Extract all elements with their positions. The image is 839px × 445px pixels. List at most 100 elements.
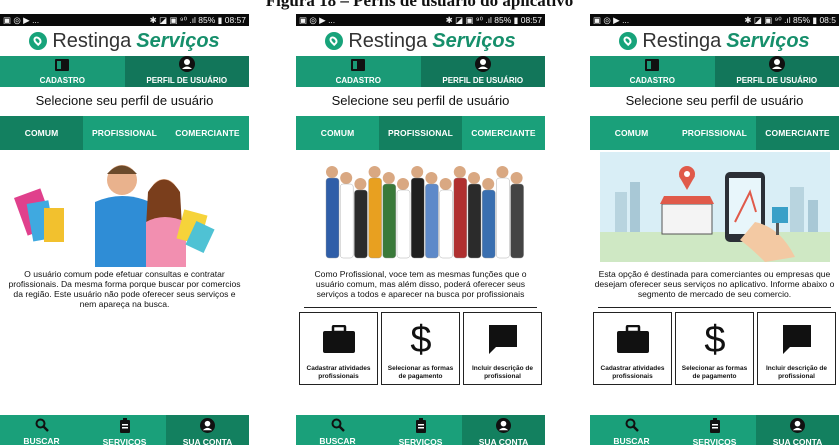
status-left-icons: ▣ ◎ ▶ ...	[3, 15, 40, 25]
status-right-info: ✱ ◪ ▣ ⁹⁰ .ıl 85% ▮ 08:57	[149, 15, 246, 25]
action-card[interactable]: Cadastrar atividades profissionais	[593, 312, 672, 385]
account-icon	[200, 418, 215, 435]
logo-accent: Serviços	[726, 29, 810, 52]
clipboard-icon	[709, 418, 721, 435]
page-title: Selecione seu perfil de usuário	[35, 92, 214, 108]
action-card[interactable]: $ Selecionar as formas de pagamento	[381, 312, 460, 385]
book-icon	[54, 58, 70, 74]
svg-text:$: $	[704, 321, 725, 357]
subtab-comum[interactable]: COMUM	[296, 116, 379, 150]
tab-cadastro[interactable]: CADASTRO	[590, 56, 715, 87]
account-icon	[496, 418, 511, 435]
profile-subtabs: COMUM PROFISSIONAL COMERCIANTE	[590, 116, 839, 150]
app-logo: Restinga Serviços	[590, 26, 839, 56]
user-icon	[178, 56, 195, 74]
tab-perfil-de-usuario[interactable]: PERFIL DE USUÁRIO	[420, 56, 545, 87]
user-icon	[474, 56, 491, 74]
action-card-label: Cadastrar atividades profissionais	[600, 365, 665, 380]
status-bar: ▣ ◎ ▶ ... ✱ ◪ ▣ ⁹⁰ .ıl 85% ▮ 08:5	[590, 14, 839, 26]
tab-cadastro[interactable]: CADASTRO	[0, 56, 125, 87]
page-title: Selecione seu perfil de usuário	[331, 92, 510, 108]
tab-label: CADASTRO	[335, 76, 381, 85]
status-right-info: ✱ ◪ ▣ ⁹⁰ .ıl 85% ▮ 08:5	[744, 15, 836, 25]
main-tabs: CADASTRO PERFIL DE USUÁRIO	[590, 56, 839, 87]
profile-subtabs: COMUM PROFISSIONAL COMERCIANTE	[296, 116, 545, 150]
book-icon	[644, 58, 660, 74]
subtab-profissional[interactable]: PROFISSIONAL	[379, 116, 462, 150]
location-pin-icon	[29, 32, 48, 50]
action-cards: Cadastrar atividades profissionais $ Sel…	[590, 312, 839, 385]
bottom-navigation: BUSCAR SERVIÇOS SUA CONTA	[590, 415, 839, 445]
subtab-comum[interactable]: COMUM	[0, 116, 83, 150]
search-icon	[625, 418, 639, 434]
subtab-profissional[interactable]: PROFISSIONAL	[673, 116, 756, 150]
figure-caption: Figura 18 – Perfis de usuário do aplicat…	[265, 0, 574, 10]
profile-description: Esta opção é destinada para comerciantes…	[594, 269, 835, 299]
location-pin-icon	[325, 32, 344, 50]
subtab-comerciante[interactable]: COMERCIANTE	[462, 116, 545, 150]
profile-description: O usuário comum pode efetuar consultas e…	[8, 269, 241, 309]
logo-accent: Serviços	[432, 29, 516, 52]
action-card-label: Incluir descrição de profissional	[765, 365, 828, 380]
subtab-comum[interactable]: COMUM	[590, 116, 673, 150]
chat-bubble-icon	[781, 313, 813, 365]
nav-label: SUA CONTA	[182, 437, 233, 445]
action-card[interactable]: $ Selecionar as formas de pagamento	[675, 312, 754, 385]
status-left-icons: ▣ ◎ ▶ ...	[299, 15, 336, 25]
status-right-info: ✱ ◪ ▣ ⁹⁰ .ıl 85% ▮ 08:57	[445, 15, 542, 25]
clipboard-icon	[415, 418, 427, 435]
status-bar: ▣ ◎ ▶ ... ✱ ◪ ▣ ⁹⁰ .ıl 85% ▮ 08:57	[296, 14, 545, 26]
tab-perfil-de-usuario[interactable]: PERFIL DE USUÁRIO	[124, 56, 249, 87]
search-icon	[35, 418, 49, 434]
tab-label: CADASTRO	[629, 76, 675, 85]
profile-description: Como Profissional, voce tem as mesmas fu…	[314, 269, 527, 299]
chat-bubble-icon	[487, 313, 519, 365]
nav-servicos[interactable]: SERVIÇOS	[673, 415, 756, 445]
dollar-icon: $	[408, 313, 434, 365]
illustration-commerce-map	[600, 152, 830, 262]
briefcase-icon	[322, 313, 356, 365]
tab-cadastro[interactable]: CADASTRO	[296, 56, 421, 87]
action-card[interactable]: Incluir descrição de profissional	[463, 312, 542, 385]
status-bar: ▣ ◎ ▶ ... ✱ ◪ ▣ ⁹⁰ .ıl 85% ▮ 08:57	[0, 14, 249, 26]
action-card[interactable]: Cadastrar atividades profissionais	[299, 312, 378, 385]
phone-screen-comerciante: ▣ ◎ ▶ ... ✱ ◪ ▣ ⁹⁰ .ıl 85% ▮ 08:5 Restin…	[590, 14, 839, 445]
nav-buscar[interactable]: BUSCAR	[296, 415, 379, 445]
illustration-happy-couple	[14, 165, 215, 267]
nav-servicos[interactable]: SERVIÇOS	[379, 415, 462, 445]
subtab-comerciante[interactable]: COMERCIANTE	[166, 116, 249, 150]
illustration-professionals-group	[325, 166, 524, 259]
divider	[304, 307, 537, 308]
logo-accent: Serviços	[136, 29, 220, 52]
nav-buscar[interactable]: BUSCAR	[0, 415, 83, 445]
tab-label: PERFIL DE USUÁRIO	[442, 76, 524, 85]
profile-illustration	[0, 152, 249, 267]
clipboard-icon	[119, 418, 131, 435]
action-card[interactable]: Incluir descrição de profissional	[757, 312, 836, 385]
nav-sua-conta[interactable]: SUA CONTA	[462, 415, 545, 445]
status-left-icons: ▣ ◎ ▶ ...	[593, 15, 630, 25]
location-pin-icon	[619, 32, 638, 50]
subtab-comerciante[interactable]: COMERCIANTE	[756, 116, 839, 150]
nav-sua-conta[interactable]: SUA CONTA	[166, 415, 249, 445]
nav-servicos[interactable]: SERVIÇOS	[83, 415, 166, 445]
nav-label: SERVIÇOS	[398, 437, 443, 445]
action-card-label: Selecionar as formas de pagamento	[387, 365, 454, 380]
briefcase-icon	[616, 313, 650, 365]
logo-name: Restinga	[642, 29, 722, 52]
account-icon	[790, 418, 805, 435]
tab-label: CADASTRO	[39, 76, 85, 85]
nav-label: SUA CONTA	[772, 437, 823, 445]
subtab-profissional[interactable]: PROFISSIONAL	[83, 116, 166, 150]
nav-label: SERVIÇOS	[102, 437, 147, 445]
nav-label: SERVIÇOS	[692, 437, 737, 445]
tab-perfil-de-usuario[interactable]: PERFIL DE USUÁRIO	[714, 56, 839, 87]
book-icon	[350, 58, 366, 74]
profile-illustration	[590, 152, 839, 267]
bottom-navigation: BUSCAR SERVIÇOS SUA CONTA	[296, 415, 545, 445]
page-title: Selecione seu perfil de usuário	[625, 92, 804, 108]
profile-subtabs: COMUM PROFISSIONAL COMERCIANTE	[0, 116, 249, 150]
nav-buscar[interactable]: BUSCAR	[590, 415, 673, 445]
nav-sua-conta[interactable]: SUA CONTA	[756, 415, 839, 445]
phone-screen-profissional: ▣ ◎ ▶ ... ✱ ◪ ▣ ⁹⁰ .ıl 85% ▮ 08:57 Resti…	[296, 14, 545, 445]
